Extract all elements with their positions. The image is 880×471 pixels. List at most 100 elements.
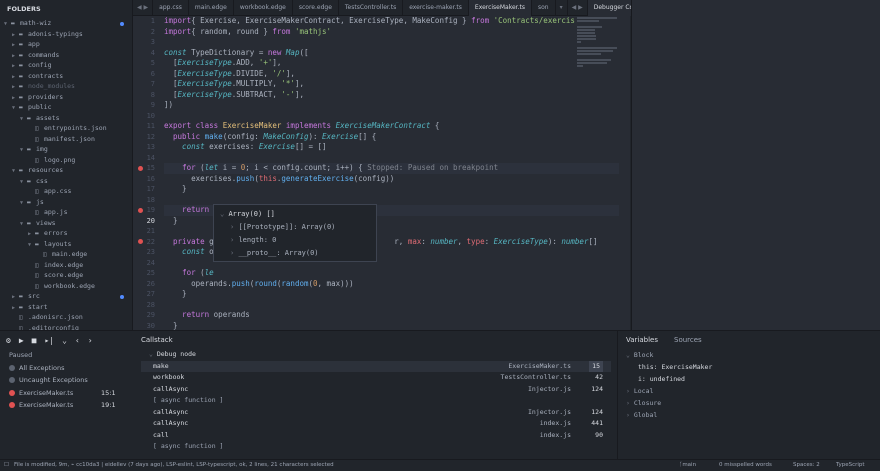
- line-number[interactable]: 5: [133, 58, 159, 69]
- tab-son[interactable]: son: [532, 0, 556, 16]
- code-line[interactable]: import{ Exercise, ExerciseMakerContract,…: [164, 16, 619, 27]
- code-line[interactable]: [ExerciseType.SUBTRACT, '-'],: [164, 90, 619, 101]
- tab-testscontroller-ts[interactable]: TestsController.ts: [339, 0, 404, 16]
- callstack-frame[interactable]: callAsync Injector.js 124: [141, 384, 611, 396]
- code-line[interactable]: }: [164, 321, 619, 331]
- tab-exercise-maker-ts[interactable]: exercise-maker.ts: [403, 0, 469, 16]
- breakpoint-icon[interactable]: [138, 165, 143, 171]
- hover-title[interactable]: ⌄ Array(0) []: [220, 208, 370, 221]
- tab-main-edge[interactable]: main.edge: [189, 0, 234, 16]
- code-line[interactable]: return operands: [164, 310, 619, 321]
- hover-row[interactable]: › length: 0: [220, 234, 370, 247]
- callstack-frame[interactable]: [ async function ]: [141, 395, 611, 407]
- git-branch[interactable]: ᚴ main: [679, 460, 696, 471]
- code-line[interactable]: [ExerciseType.MULTIPLY, '*'],: [164, 79, 619, 90]
- line-number[interactable]: 1: [133, 16, 159, 27]
- line-number[interactable]: 17: [133, 184, 159, 195]
- debug-tab-nav-icon[interactable]: ◀ ▶: [568, 0, 588, 16]
- code-line[interactable]: import{ random, round } from 'mathjs': [164, 27, 619, 38]
- line-number[interactable]: 20: [133, 216, 159, 227]
- file-item[interactable]: ◫ score.edge: [0, 270, 132, 281]
- code-line[interactable]: [164, 300, 619, 311]
- code-line[interactable]: }: [164, 184, 619, 195]
- folder-item[interactable]: ▶ ▬ app: [0, 39, 132, 50]
- callstack-frame[interactable]: callAsync index.js 441: [141, 418, 611, 430]
- folder-item[interactable]: ▶ ▬ node_modules: [0, 81, 132, 92]
- callstack-group[interactable]: ⌄ Debug node: [141, 349, 611, 361]
- file-item[interactable]: ◫ app.css: [0, 186, 132, 197]
- step-back-icon[interactable]: ›: [88, 336, 93, 345]
- folder-item[interactable]: ▼ ▬ css: [0, 176, 132, 187]
- code-line[interactable]: const TypeDictionary = new Map([: [164, 48, 619, 59]
- panel-toggle-icon[interactable]: ☐: [4, 460, 9, 471]
- file-item[interactable]: ◫ index.edge: [0, 260, 132, 271]
- code-line[interactable]: [164, 111, 619, 122]
- line-number[interactable]: 29: [133, 310, 159, 321]
- tab-menu-icon[interactable]: ▾: [556, 0, 568, 16]
- callstack-frame[interactable]: make ExerciseMaker.ts 15: [141, 360, 611, 372]
- file-item[interactable]: ◫ app.js: [0, 207, 132, 218]
- code-line[interactable]: operands.push(round(random(0, max))): [164, 279, 619, 290]
- code-line[interactable]: [164, 153, 619, 164]
- tab-sources[interactable]: Sources: [666, 331, 710, 349]
- step-over-icon[interactable]: ▸|: [44, 336, 54, 345]
- folder-item[interactable]: ▶ ▬ commands: [0, 50, 132, 61]
- indentation-status[interactable]: Spaces: 2: [793, 460, 820, 471]
- variable-row[interactable]: › Closure: [618, 397, 880, 409]
- folder-item[interactable]: ▼ ▬ public: [0, 102, 132, 113]
- exception-circle-icon[interactable]: [9, 364, 15, 371]
- file-item[interactable]: ◫ main.edge: [0, 249, 132, 260]
- line-number[interactable]: 9: [133, 100, 159, 111]
- tab-workbook-edge[interactable]: workbook.edge: [234, 0, 293, 16]
- breakpoint-icon[interactable]: [138, 207, 143, 213]
- code-line[interactable]: exercises.push(this.generateExercise(con…: [164, 174, 619, 185]
- code-line[interactable]: public make(config: MakeConfig): Exercis…: [164, 132, 619, 143]
- step-into-icon[interactable]: ⌄: [62, 336, 67, 345]
- folder-item[interactable]: ▶ ▬ errors: [0, 228, 132, 239]
- code-line[interactable]: [ExerciseType.ADD, '+'],: [164, 58, 619, 69]
- folder-item[interactable]: ▼ ▬ layouts: [0, 239, 132, 250]
- line-number[interactable]: 27: [133, 289, 159, 300]
- folder-item[interactable]: ▼ ▬ views: [0, 218, 132, 229]
- folder-item[interactable]: ▶ ▬ start: [0, 302, 132, 313]
- variable-row[interactable]: › Local: [618, 385, 880, 397]
- line-number[interactable]: 8: [133, 90, 159, 101]
- code-line[interactable]: [ExerciseType.DIVIDE, '/'],: [164, 69, 619, 80]
- line-number[interactable]: 4: [133, 48, 159, 59]
- line-number[interactable]: 10: [133, 111, 159, 122]
- line-number[interactable]: 2: [133, 27, 159, 38]
- callstack-frame[interactable]: workbook TestsController.ts 42: [141, 372, 611, 384]
- tab-nav-left-icon[interactable]: ◀ ▶: [133, 0, 154, 16]
- syntax-status[interactable]: TypeScript: [836, 460, 865, 471]
- file-item[interactable]: ◫ workbook.edge: [0, 281, 132, 292]
- variable-row[interactable]: this: ExerciseMaker: [618, 361, 880, 373]
- variable-row[interactable]: i: undefined: [618, 373, 880, 385]
- stop-icon[interactable]: ■: [32, 336, 37, 345]
- line-number[interactable]: 3: [133, 37, 159, 48]
- tab-exercisemaker-ts[interactable]: ExerciseMaker.ts: [468, 0, 532, 16]
- code-line[interactable]: const exercises: Exercise[] = []: [164, 142, 619, 153]
- line-number[interactable]: 16: [133, 174, 159, 185]
- file-item[interactable]: ◫ .editorconfig: [0, 323, 132, 331]
- folder-item[interactable]: ▶ ▬ providers: [0, 92, 132, 103]
- line-number[interactable]: 19: [133, 205, 159, 216]
- line-number[interactable]: 6: [133, 69, 159, 80]
- settings-gear-icon[interactable]: ⚙: [6, 336, 11, 345]
- file-item[interactable]: ◫ logo.png: [0, 155, 132, 166]
- line-number[interactable]: 22: [133, 237, 159, 248]
- code-area[interactable]: import{ Exercise, ExerciseMakerContract,…: [164, 16, 619, 330]
- code-line[interactable]: for (let i = 0; i < config.count; i++) {…: [164, 163, 619, 174]
- step-out-icon[interactable]: ‹: [75, 336, 80, 345]
- folder-item[interactable]: ▼ ▬ math-wiz: [0, 18, 132, 29]
- exception-circle-icon[interactable]: [9, 377, 15, 383]
- folder-item[interactable]: ▶ ▬ contracts: [0, 71, 132, 82]
- continue-icon[interactable]: ▶: [19, 336, 24, 345]
- callstack-frame[interactable]: callAsync Injector.js 124: [141, 407, 611, 419]
- breakpoint-entry[interactable]: ExerciseMaker.ts 15:1: [0, 387, 133, 400]
- callstack-frame[interactable]: [ async function ]: [141, 441, 611, 453]
- exception-toggle[interactable]: All Exceptions: [0, 362, 133, 375]
- code-line[interactable]: for (le: [164, 268, 619, 279]
- folder-item[interactable]: ▶ ▬ adonis-typings: [0, 29, 132, 40]
- file-item[interactable]: ◫ manifest.json: [0, 134, 132, 145]
- minimap[interactable]: [577, 16, 630, 96]
